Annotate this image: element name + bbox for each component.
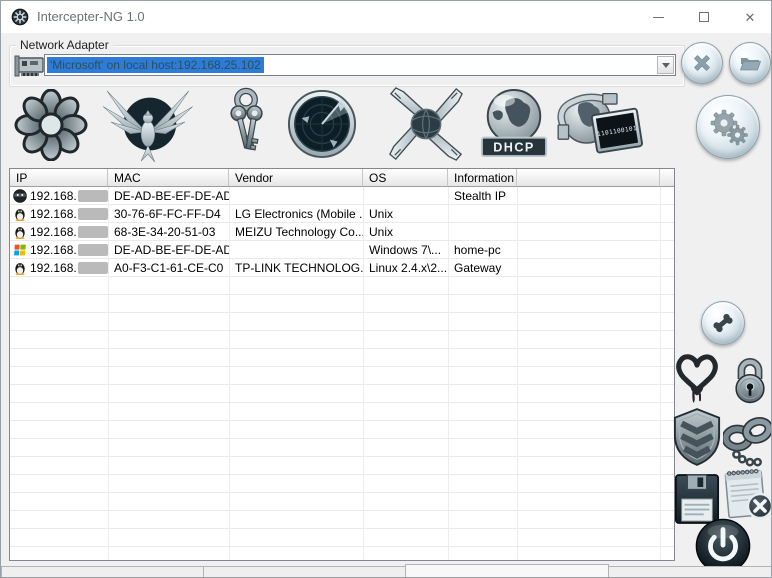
table-row[interactable]: 192.168. 68-3E-34-20-51-03 MEIZU Technol… [10, 223, 674, 241]
linux-tux-icon [13, 207, 27, 221]
messenger-mode-icon[interactable] [13, 89, 89, 161]
titlebar: Intercepter-NG 1.0 ✕ [1, 1, 771, 33]
table-header-ip[interactable]: IP [10, 169, 108, 187]
table-header-mac[interactable]: MAC [108, 169, 229, 187]
shield-icon[interactable] [672, 407, 722, 467]
dhcp-banner-text: DHCP [493, 141, 535, 155]
os-cell: Windows 7\... [369, 243, 442, 257]
minimize-icon [652, 16, 664, 18]
vendor-cell: TP-LINK TECHNOLOG... [235, 261, 363, 275]
ip-prefix: 192.168. [30, 189, 77, 203]
adapter-selected-value: 'Microsoft' on local host:192.168.25.102 [47, 57, 264, 73]
table-header-vendor[interactable]: Vendor [229, 169, 363, 187]
adapter-dropdown-button[interactable] [657, 56, 674, 74]
info-cell [448, 205, 517, 223]
minimize-button[interactable] [635, 1, 681, 33]
nat-button[interactable] [701, 301, 745, 345]
hosts-table: IP MAC Vendor OS Information 192.168. DE… [9, 168, 675, 561]
redacted-ip [77, 208, 108, 220]
gears-icon [708, 107, 748, 147]
close-button[interactable]: ✕ [727, 1, 771, 33]
heartbleed-icon[interactable] [674, 351, 720, 405]
app-logo-icon [11, 8, 29, 26]
window-title: Intercepter-NG 1.0 [37, 9, 145, 24]
lock-icon[interactable] [729, 356, 771, 404]
linux-tux-icon [13, 261, 27, 275]
os-cell: Unix [369, 225, 394, 239]
vendor-cell [229, 241, 363, 259]
info-cell: Stealth IP [454, 189, 507, 203]
status-segment [608, 566, 771, 577]
vendor-cell: MEIZU Technology Co.... [235, 225, 363, 239]
password-mode-icon[interactable] [211, 87, 281, 161]
table-header-information[interactable]: Information [448, 169, 517, 187]
redacted-ip [77, 244, 108, 256]
resurrection-mode-icon[interactable] [99, 85, 193, 163]
os-cell [363, 187, 448, 205]
vendor-cell: LG Electronics (Mobile ... [235, 207, 363, 221]
clear-log-icon[interactable] [721, 464, 772, 522]
table-header-blank [517, 169, 660, 187]
ip-prefix: 192.168. [30, 261, 77, 275]
table-header: IP MAC Vendor OS Information [10, 169, 674, 187]
maximize-button[interactable] [681, 1, 727, 33]
network-adapter-label: Network Adapter [16, 38, 113, 52]
open-file-button[interactable] [729, 42, 771, 84]
info-cell: home-pc [454, 243, 501, 257]
status-segment [203, 566, 406, 577]
status-bar [1, 564, 771, 577]
table-grid: 192.168. DE-AD-BE-EF-DE-AD Stealth IP 19… [10, 187, 674, 560]
os-cell: Linux 2.4.x\2... [369, 261, 448, 275]
adapter-combobox[interactable]: 'Microsoft' on local host:192.168.25.102 [44, 54, 676, 76]
table-row[interactable]: 192.168. DE-AD-BE-EF-DE-AD Stealth IP [10, 187, 674, 205]
mac-cell: DE-AD-BE-EF-DE-AD [114, 243, 229, 257]
cuffs-icon[interactable] [723, 412, 772, 468]
open-folder-icon [738, 51, 762, 75]
status-segment [405, 564, 609, 577]
bone-icon [710, 310, 736, 336]
mac-cell: A0-F3-C1-61-CE-C0 [114, 261, 224, 275]
table-header-os[interactable]: OS [363, 169, 448, 187]
chevron-down-icon [661, 62, 670, 68]
redacted-ip [77, 226, 108, 238]
status-segment [1, 566, 204, 577]
app-window: Intercepter-NG 1.0 ✕ Network Adapter 'Mi… [0, 0, 772, 578]
mitm-mode-icon[interactable] [379, 85, 473, 163]
redacted-ip [77, 190, 108, 202]
stop-button[interactable] [681, 42, 723, 84]
network-card-icon [14, 53, 46, 79]
os-cell: Unix [369, 207, 394, 221]
mac-cell: DE-AD-BE-EF-DE-AD [114, 189, 229, 203]
x-cross-icon [690, 51, 714, 75]
table-row[interactable]: 192.168. DE-AD-BE-EF-DE-AD Windows 7\...… [10, 241, 674, 259]
info-cell [448, 223, 517, 241]
close-icon: ✕ [744, 9, 756, 25]
windows-logo-icon [13, 243, 27, 257]
redacted-ip [77, 262, 108, 274]
linux-tux-icon [13, 225, 27, 239]
raw-mode-icon[interactable]: 1101100101 [549, 87, 647, 161]
table-row[interactable]: 192.168. 30-76-6F-FC-FF-D4 LG Electronic… [10, 205, 674, 223]
stealth-ninja-icon [13, 189, 27, 203]
settings-button[interactable] [696, 95, 760, 159]
maximize-icon [699, 12, 709, 22]
mac-cell: 30-76-6F-FC-FF-D4 [114, 207, 221, 221]
ip-prefix: 192.168. [30, 243, 77, 257]
network-adapter-group: Network Adapter 'Microsoft' on local hos… [9, 38, 685, 87]
ip-prefix: 192.168. [30, 225, 77, 239]
ip-prefix: 192.168. [30, 207, 77, 221]
table-row[interactable]: 192.168. A0-F3-C1-61-CE-C0 TP-LINK TECHN… [10, 259, 674, 277]
info-cell: Gateway [454, 261, 502, 275]
table-header-filler [660, 169, 674, 187]
mac-cell: 68-3E-34-20-51-03 [114, 225, 216, 239]
dhcp-mode-icon[interactable]: DHCP [479, 87, 549, 161]
scan-mode-icon[interactable] [287, 89, 357, 159]
vendor-cell [229, 187, 363, 205]
